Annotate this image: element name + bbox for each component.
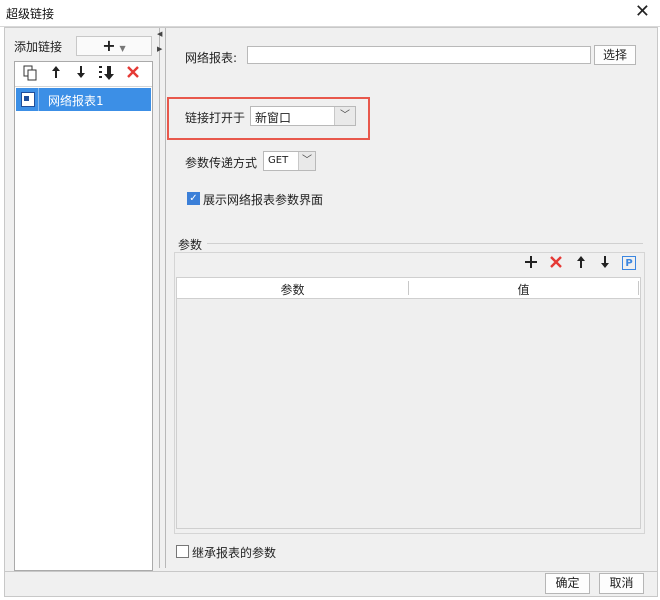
param-method-select[interactable]: GET ﹀ [263, 151, 316, 171]
inherit-params-label: 继承报表的参数 [192, 546, 277, 560]
panel-splitter[interactable] [159, 28, 166, 568]
plus-icon: + [102, 36, 116, 55]
arrow-up-icon[interactable] [47, 65, 65, 83]
delete-icon[interactable] [547, 255, 565, 273]
list-item-label: 网络报表1 [48, 94, 104, 108]
delete-icon[interactable] [124, 65, 142, 83]
chevron-down-icon: ﹀ [334, 107, 355, 125]
collapse-left-icon[interactable]: ◀ [157, 30, 162, 38]
column-header-param[interactable]: 参数 [177, 281, 408, 298]
param-icon[interactable]: P [622, 256, 636, 270]
open-in-value: 新窗口 [255, 111, 292, 125]
column-header-value[interactable]: 值 [409, 281, 638, 298]
show-params-checkbox[interactable]: ✓ [187, 192, 200, 205]
arrow-up-icon[interactable] [572, 255, 590, 273]
divider [207, 243, 643, 244]
add-link-label: 添加链接 [14, 40, 63, 54]
param-method-value: GET [268, 155, 289, 166]
list-item[interactable]: 网络报表1 [16, 88, 151, 111]
params-table: 参数 值 [176, 277, 641, 529]
params-table-header: 参数 值 [177, 278, 640, 299]
arrow-down-icon[interactable] [596, 255, 614, 273]
params-group-label: 参数 [178, 238, 203, 252]
show-params-label: 展示网络报表参数界面 [203, 193, 324, 207]
report-icon [21, 92, 35, 107]
chevron-down-icon: ▼ [119, 44, 126, 53]
open-in-label: 链接打开于 [185, 111, 246, 125]
cancel-button[interactable]: 取消 [599, 573, 644, 594]
divider [638, 281, 639, 295]
ok-button[interactable]: 确定 [545, 573, 590, 594]
report-input[interactable] [247, 46, 591, 64]
arrow-down-icon[interactable] [72, 65, 90, 83]
close-icon[interactable]: ✕ [635, 2, 650, 22]
plus-icon[interactable] [522, 255, 540, 273]
title-bar: 超级链接 ✕ [0, 0, 660, 27]
inherit-params-checkbox[interactable] [176, 545, 189, 558]
link-list-panel: 网络报表1 [14, 61, 153, 571]
copy-icon[interactable] [21, 65, 39, 83]
open-in-select[interactable]: 新窗口 ﹀ [250, 106, 356, 126]
window-title: 超级链接 [6, 7, 55, 21]
report-label: 网络报表: [185, 51, 238, 65]
chevron-down-icon: ﹀ [298, 152, 315, 170]
link-list-toolbar [15, 62, 152, 87]
divider [38, 88, 39, 111]
param-method-label: 参数传递方式 [185, 156, 258, 170]
add-link-button[interactable]: + ▼ [76, 36, 152, 56]
select-button[interactable]: 选择 [594, 45, 636, 65]
expand-right-icon[interactable]: ▶ [157, 45, 162, 53]
divider [5, 571, 657, 572]
move-bottom-icon[interactable] [98, 65, 116, 83]
hyperlink-dialog: 添加链接 + ▼ 网络报表1 ◀ ▶ 网络报表: 选择 链接打开于 新窗口 ﹀ … [4, 27, 658, 597]
